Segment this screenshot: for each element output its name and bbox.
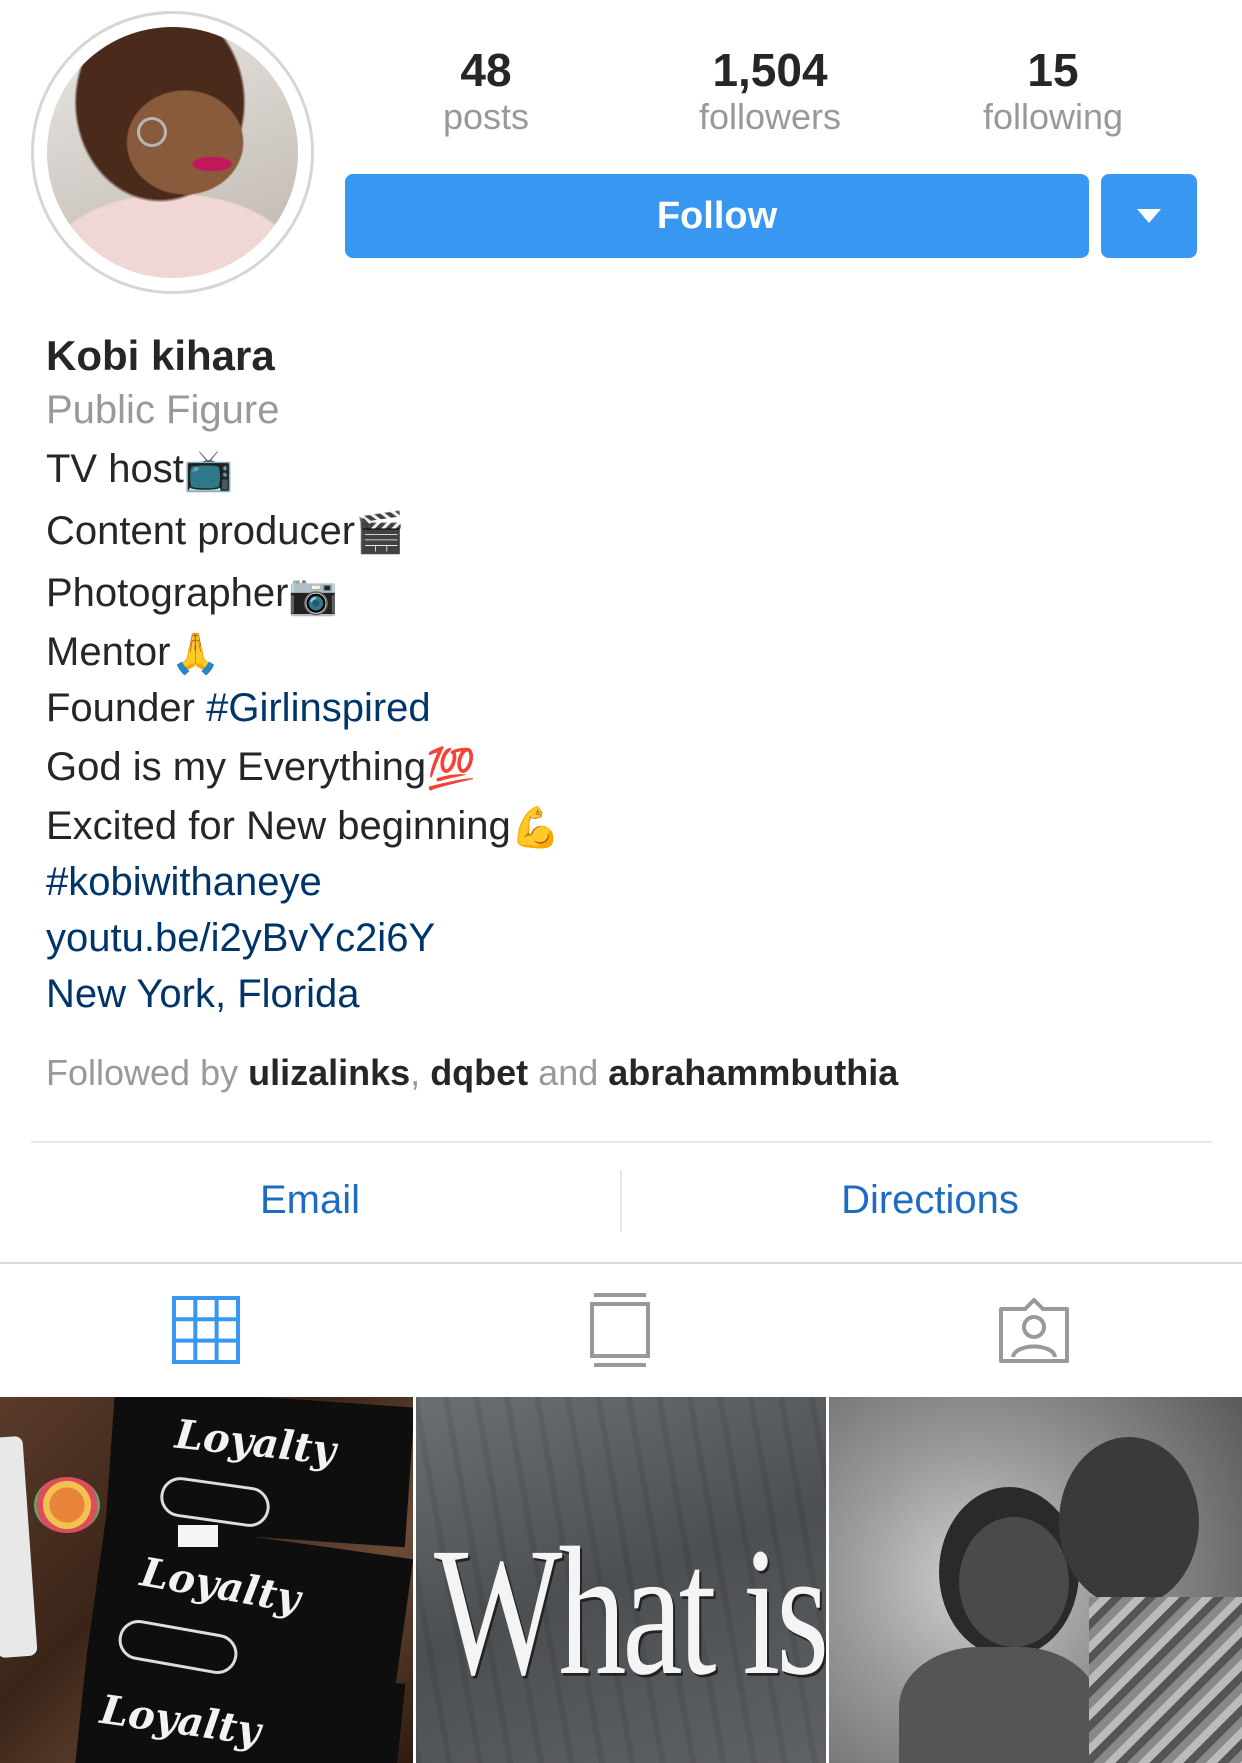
bio-text: Founder bbox=[46, 686, 207, 730]
tab-tagged[interactable] bbox=[994, 1290, 1074, 1370]
bio-line-mentor: Mentor🙏 bbox=[46, 624, 1206, 680]
price-tag bbox=[178, 1525, 218, 1547]
follower-username[interactable]: ulizalinks bbox=[248, 1052, 410, 1093]
location-link[interactable]: New York, Florida bbox=[46, 966, 1206, 1022]
hashtag-link[interactable]: #kobiwithaneye bbox=[46, 854, 1206, 910]
website-link[interactable]: youtu.be/i2yBvYc2i6Y bbox=[46, 910, 1206, 966]
follower-username[interactable]: dqbet bbox=[430, 1052, 528, 1093]
post-thumbnail[interactable] bbox=[829, 1397, 1242, 1763]
post-thumbnail[interactable]: What is It bbox=[416, 1397, 826, 1763]
hashtag-link[interactable]: #Girlinspired bbox=[206, 686, 431, 730]
following-count[interactable]: 15 following bbox=[943, 44, 1163, 136]
bio-line-tv-host: TV host📺 bbox=[46, 438, 1206, 500]
bio-text: Photographer bbox=[46, 571, 289, 615]
post-thumbnail[interactable]: Loyalty Loyalty Loyalty bbox=[0, 1397, 413, 1763]
suggested-dropdown-button[interactable] bbox=[1101, 174, 1197, 258]
followers-label: followers bbox=[698, 95, 842, 137]
bio-line-excited: Excited for New beginning💪 bbox=[46, 798, 1206, 854]
tab-feed[interactable] bbox=[580, 1290, 660, 1370]
decor-ornament bbox=[34, 1477, 100, 1533]
posts-number: 48 bbox=[460, 44, 512, 96]
bio-text: Content producer bbox=[46, 509, 356, 553]
follow-button[interactable]: Follow bbox=[345, 174, 1089, 258]
tab-grid[interactable] bbox=[166, 1290, 246, 1370]
separator: and bbox=[528, 1052, 609, 1093]
grid-view-icon bbox=[172, 1296, 240, 1364]
email-button[interactable]: Email bbox=[110, 1178, 510, 1223]
laptop-edge bbox=[0, 1435, 38, 1659]
tagged-photos-icon bbox=[999, 1298, 1069, 1363]
followed-by[interactable]: Followed by ulizalinks, dqbet and abraha… bbox=[46, 1052, 898, 1094]
following-number: 15 bbox=[1027, 44, 1079, 96]
television-icon: 📺 bbox=[183, 449, 234, 494]
bio-text: God is my Everything bbox=[46, 745, 427, 789]
following-label: following bbox=[982, 95, 1124, 137]
bio-line-god: God is my Everything💯 bbox=[46, 736, 1206, 798]
praying-hands-icon: 🙏 bbox=[170, 632, 221, 677]
bio-text: TV host bbox=[46, 447, 184, 491]
followers-count[interactable]: 1,504 followers bbox=[660, 44, 880, 136]
sign-text: What is It bbox=[434, 1511, 826, 1714]
patterned-clothing bbox=[1089, 1597, 1242, 1763]
followers-number: 1,504 bbox=[712, 44, 828, 96]
hundred-points-icon: 💯 bbox=[426, 747, 476, 792]
camera-icon: 📷 bbox=[288, 573, 339, 618]
lips-detail bbox=[192, 157, 232, 171]
directions-button[interactable]: Directions bbox=[730, 1178, 1130, 1223]
flexed-biceps-icon: 💪 bbox=[510, 806, 561, 851]
earring-detail bbox=[137, 117, 167, 147]
bio-line-photographer: Photographer📷 bbox=[46, 562, 1206, 624]
profile-avatar-ring[interactable] bbox=[31, 11, 314, 294]
followed-by-prefix: Followed by bbox=[46, 1052, 249, 1093]
bio-line-content-producer: Content producer🎬 bbox=[46, 500, 1206, 562]
bio-line-founder: Founder #Girlinspired bbox=[46, 680, 1206, 736]
divider bbox=[0, 1262, 1242, 1264]
posts-label: posts bbox=[442, 95, 530, 137]
chevron-down-icon bbox=[1137, 209, 1161, 223]
profile-bio: Kobi kihara Public Figure TV host📺 Conte… bbox=[46, 330, 1206, 1022]
person-face bbox=[959, 1517, 1069, 1647]
clapper-board-icon: 🎬 bbox=[355, 511, 405, 556]
follower-username[interactable]: abrahammbuthia bbox=[608, 1052, 898, 1093]
separator: , bbox=[410, 1052, 431, 1093]
profile-name: Kobi kihara bbox=[46, 332, 275, 379]
person-body bbox=[899, 1647, 1099, 1763]
bio-text: Mentor bbox=[46, 630, 171, 674]
divider bbox=[620, 1170, 622, 1232]
profile-category: Public Figure bbox=[46, 388, 280, 432]
avatar bbox=[47, 27, 298, 278]
divider bbox=[31, 1141, 1212, 1143]
posts-count[interactable]: 48 posts bbox=[376, 44, 596, 136]
person-head bbox=[1059, 1437, 1199, 1607]
bio-text: Excited for New beginning bbox=[46, 804, 511, 848]
feed-view-icon bbox=[590, 1293, 650, 1367]
